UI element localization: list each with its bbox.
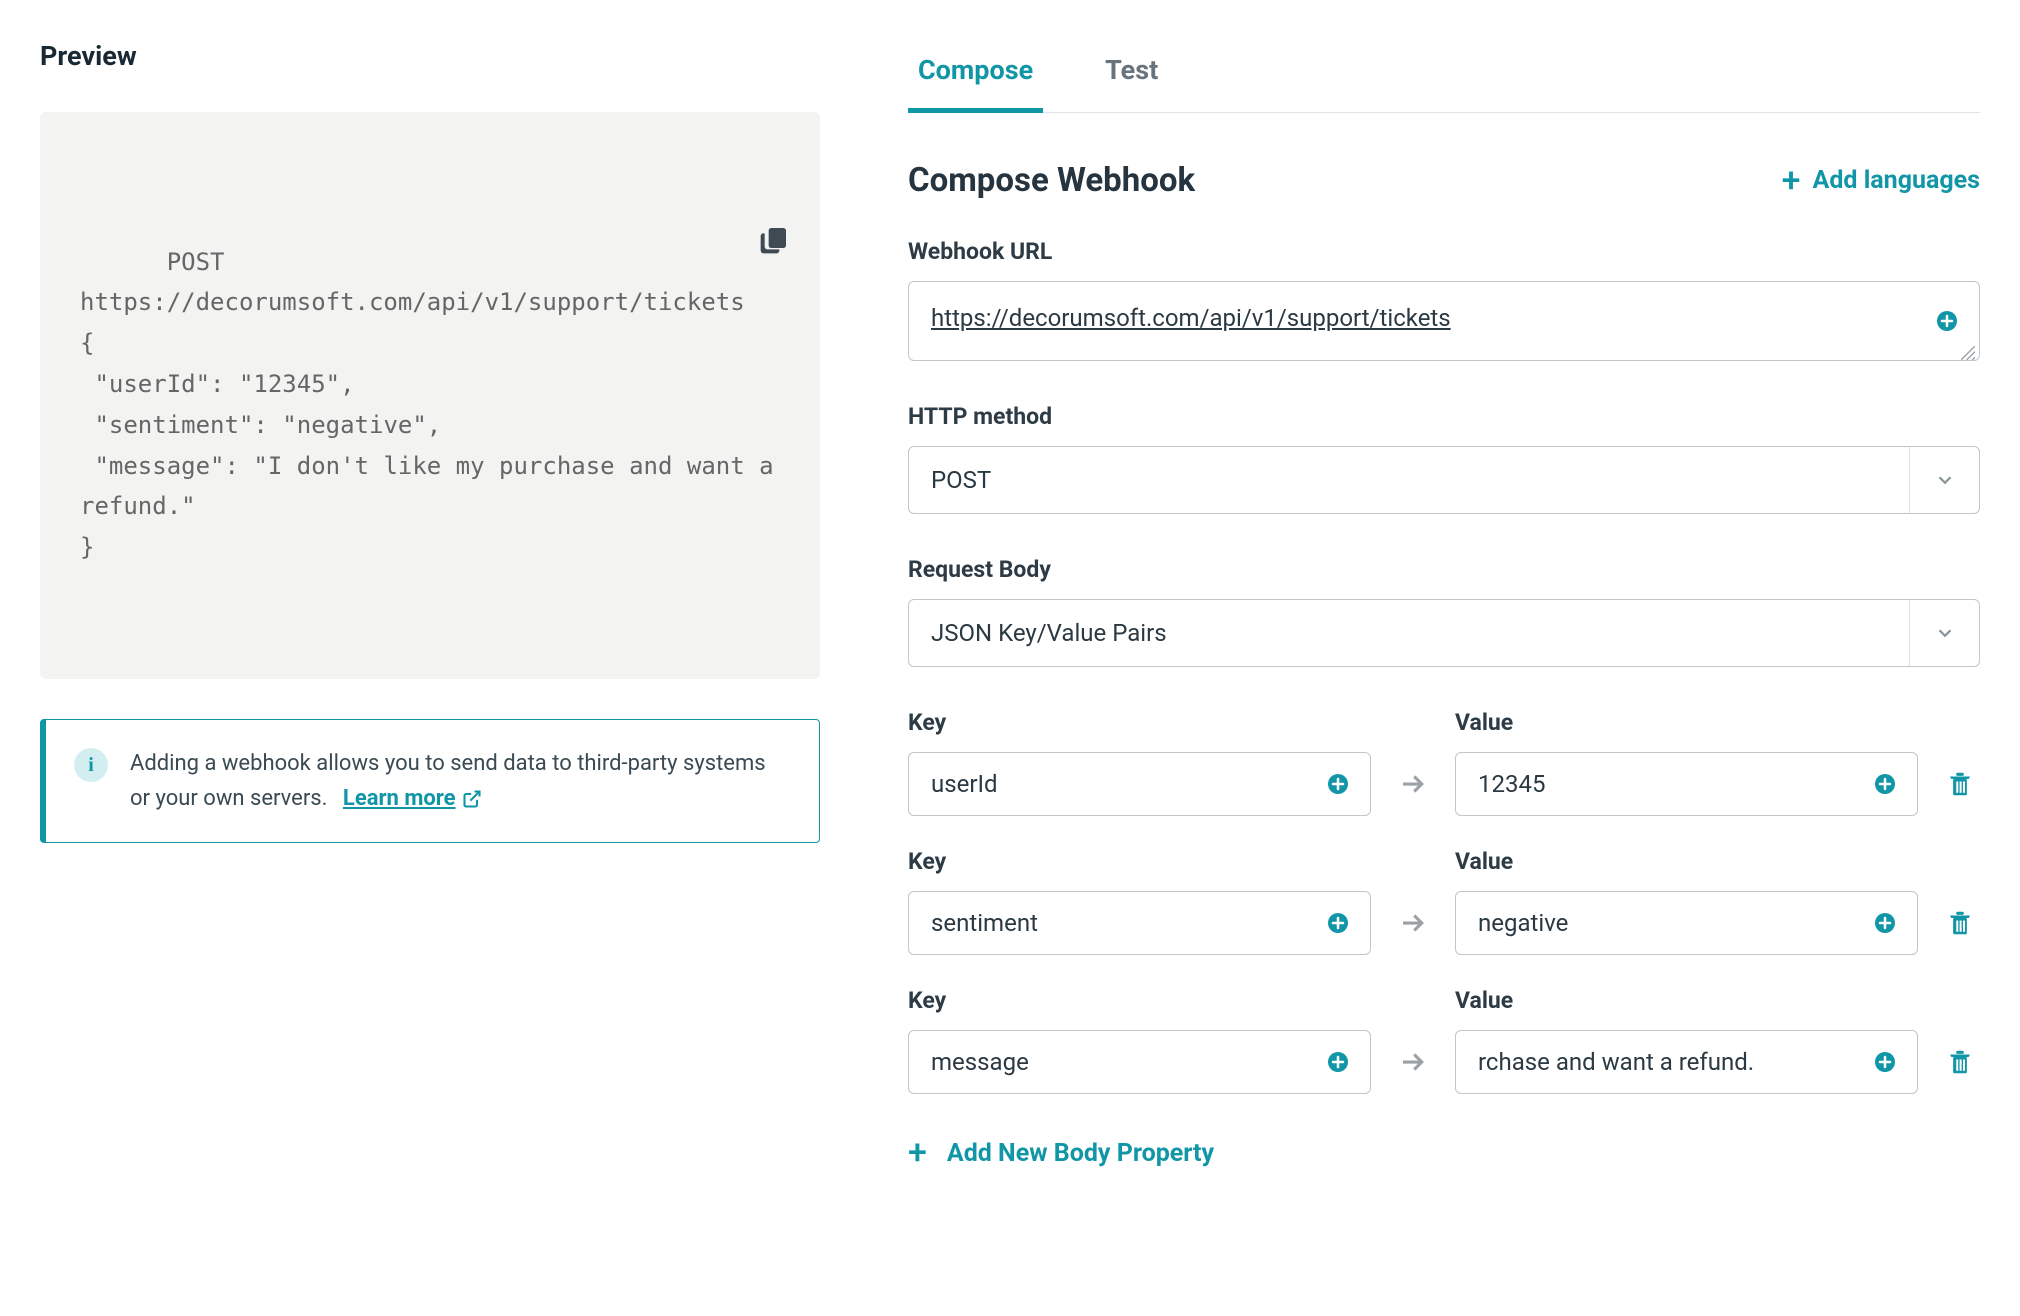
- tab-test[interactable]: Test: [1095, 40, 1168, 113]
- value-input[interactable]: [1456, 1031, 1917, 1093]
- arrow-right-icon: [1393, 1030, 1433, 1094]
- webhook-url-label: Webhook URL: [908, 238, 1980, 265]
- copy-icon[interactable]: [758, 142, 790, 174]
- key-input[interactable]: [909, 753, 1370, 815]
- key-add-button[interactable]: [1326, 911, 1350, 935]
- http-method-label: HTTP method: [908, 403, 1980, 430]
- key-label: Key: [908, 987, 1371, 1014]
- info-icon: i: [74, 748, 108, 782]
- kv-row: Key Value: [908, 709, 1980, 816]
- value-label: Value: [1455, 848, 1918, 875]
- chevron-down-icon[interactable]: [1909, 600, 1979, 666]
- http-method-value: POST: [909, 447, 1909, 513]
- learn-more-link[interactable]: Learn more: [343, 781, 482, 816]
- key-add-button[interactable]: [1326, 772, 1350, 796]
- value-input-wrap: [1455, 891, 1918, 955]
- value-input[interactable]: [1456, 892, 1917, 954]
- key-input-wrap: [908, 1030, 1371, 1094]
- value-input-wrap: [1455, 1030, 1918, 1094]
- value-add-button[interactable]: [1873, 911, 1897, 935]
- kv-row: Key Value: [908, 987, 1980, 1094]
- http-method-select[interactable]: POST: [908, 446, 1980, 514]
- value-input[interactable]: [1456, 753, 1917, 815]
- delete-row-button[interactable]: [1940, 891, 1980, 955]
- value-label: Value: [1455, 709, 1918, 736]
- webhook-url-input[interactable]: [909, 282, 1979, 354]
- preview-code-block: POST https://decorumsoft.com/api/v1/supp…: [40, 112, 820, 679]
- key-label: Key: [908, 848, 1371, 875]
- request-body-value: JSON Key/Value Pairs: [909, 600, 1909, 666]
- chevron-down-icon[interactable]: [1909, 447, 1979, 513]
- webhook-url-input-wrap: [908, 281, 1980, 361]
- key-label: Key: [908, 709, 1371, 736]
- tabs: Compose Test: [908, 40, 1980, 113]
- external-link-icon: [462, 789, 482, 809]
- arrow-right-icon: [1393, 752, 1433, 816]
- plus-icon: +: [1782, 164, 1801, 198]
- key-input-wrap: [908, 891, 1371, 955]
- key-input[interactable]: [909, 1031, 1370, 1093]
- add-languages-button[interactable]: + Add languages: [1782, 164, 1980, 198]
- info-banner: i Adding a webhook allows you to send da…: [40, 719, 820, 843]
- tab-compose[interactable]: Compose: [908, 40, 1043, 113]
- plus-icon: +: [908, 1136, 927, 1170]
- value-input-wrap: [1455, 752, 1918, 816]
- delete-row-button[interactable]: [1940, 1030, 1980, 1094]
- key-input-wrap: [908, 752, 1371, 816]
- value-add-button[interactable]: [1873, 1050, 1897, 1074]
- request-body-label: Request Body: [908, 556, 1980, 583]
- url-add-button[interactable]: [1935, 309, 1959, 333]
- resize-handle-icon[interactable]: [1961, 342, 1975, 356]
- arrow-right-icon: [1393, 891, 1433, 955]
- add-body-property-button[interactable]: + Add New Body Property: [908, 1136, 1214, 1170]
- request-body-select[interactable]: JSON Key/Value Pairs: [908, 599, 1980, 667]
- key-input[interactable]: [909, 892, 1370, 954]
- preview-title: Preview: [40, 40, 820, 72]
- delete-row-button[interactable]: [1940, 752, 1980, 816]
- preview-text: POST https://decorumsoft.com/api/v1/supp…: [80, 248, 788, 562]
- value-add-button[interactable]: [1873, 772, 1897, 796]
- key-add-button[interactable]: [1326, 1050, 1350, 1074]
- compose-title: Compose Webhook: [908, 161, 1195, 200]
- value-label: Value: [1455, 987, 1918, 1014]
- kv-row: Key Value: [908, 848, 1980, 955]
